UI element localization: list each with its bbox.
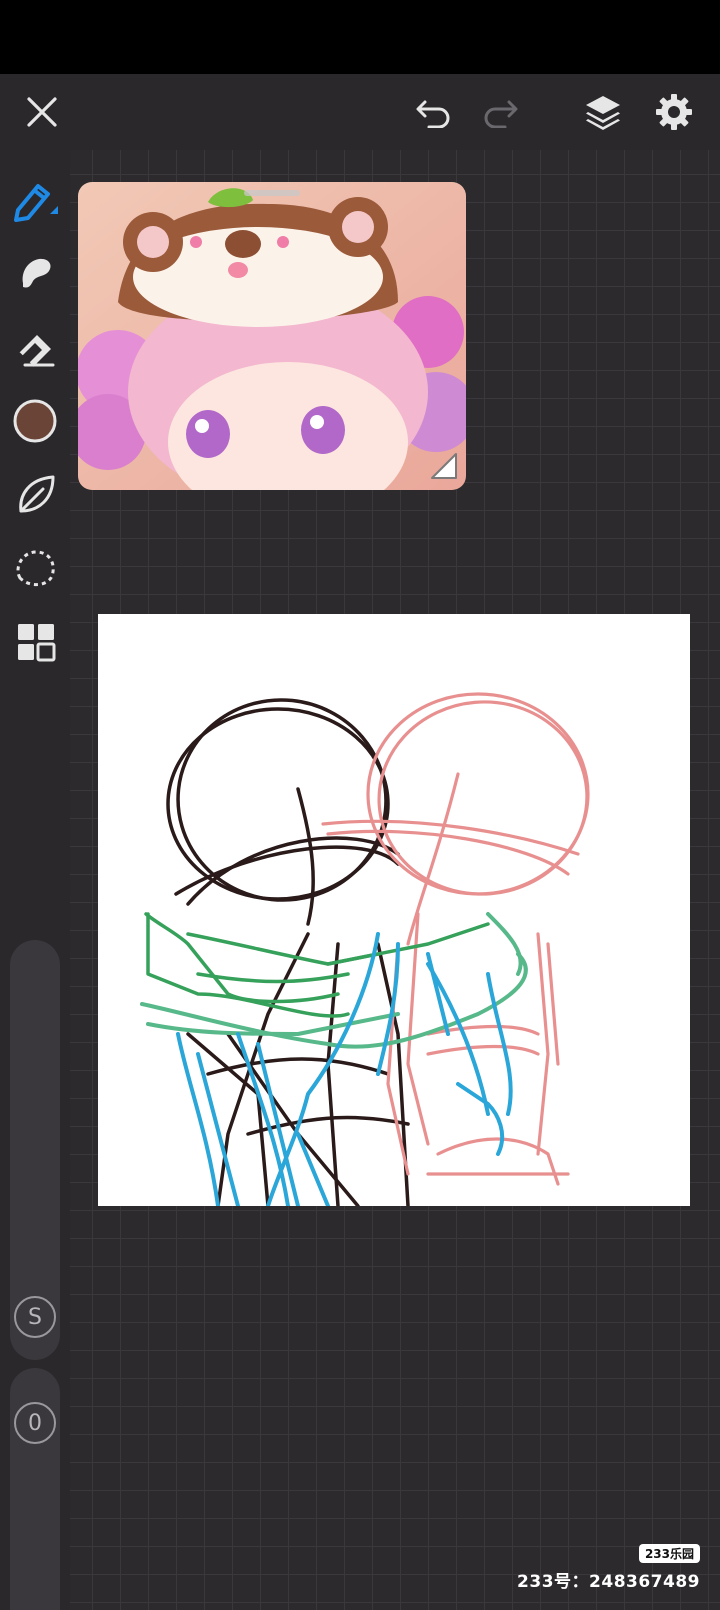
brush-size-label: S: [28, 1304, 42, 1330]
brush-size-knob[interactable]: S: [14, 1296, 56, 1338]
watermark-logo: 233乐园: [638, 1544, 700, 1563]
drawing-canvas[interactable]: [98, 614, 690, 1206]
reference-image-panel[interactable]: [78, 182, 466, 490]
watermark-text: 233号：248367489: [517, 1572, 700, 1592]
reference-drag-handle[interactable]: [244, 190, 300, 196]
watermark: 233乐园 233号：248367489: [517, 1543, 700, 1592]
status-bar: [0, 0, 720, 74]
resize-icon[interactable]: [428, 452, 460, 484]
undo-icon[interactable]: [414, 92, 454, 132]
sketch-artwork: [140, 692, 590, 1206]
gear-icon[interactable]: [652, 90, 696, 134]
grid-icon[interactable]: [14, 620, 58, 664]
color-swatch[interactable]: [12, 398, 58, 444]
smudge-icon[interactable]: [14, 250, 58, 294]
redo-icon[interactable]: [480, 92, 520, 132]
close-icon[interactable]: [22, 92, 62, 132]
reference-image: [78, 182, 466, 490]
opacity-label: 0: [28, 1410, 42, 1436]
lasso-icon[interactable]: [12, 546, 58, 592]
top-toolbar: [0, 74, 720, 150]
tool-sidebar: S 0: [0, 150, 70, 1610]
eraser-icon[interactable]: [14, 326, 58, 370]
layers-icon[interactable]: [581, 90, 625, 134]
drawing-app: S 0 233乐园 233号：248367489: [0, 0, 720, 1610]
leaf-icon[interactable]: [14, 472, 58, 516]
pencil-icon[interactable]: [12, 176, 58, 222]
opacity-knob[interactable]: 0: [14, 1402, 56, 1444]
